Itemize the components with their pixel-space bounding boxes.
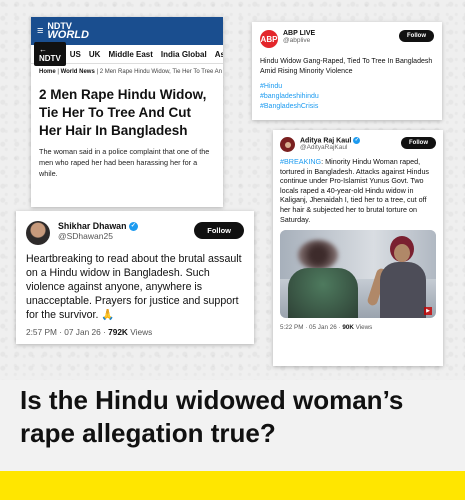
tweet-body: : Minority Hindu Woman raped, tortured i… (280, 157, 430, 224)
tweet-time: 2:57 PM · 07 Jan 26 · (26, 327, 109, 337)
tweet-views-label: Views (353, 324, 373, 332)
abp-tweet-card[interactable]: ABP ABP LIVE @abplive Follow Hindu Widow… (252, 22, 442, 120)
breadcrumb-section[interactable]: World News (61, 69, 95, 75)
author-handle[interactable]: @SDhawan25 (58, 231, 194, 241)
ndtv-article-card[interactable]: ≡ NDTV WORLD ← NDTV US UK Middle East In… (31, 17, 223, 207)
hashtag-hindu[interactable]: #Hindu (260, 82, 434, 92)
follow-button[interactable]: Follow (194, 222, 244, 239)
ndtv-logo-line2: WORLD (47, 29, 89, 41)
avatar[interactable] (26, 221, 50, 245)
tweet-author: ABP LIVE @abplive (283, 30, 399, 44)
tweet-text: Hindu Widow Gang-Raped, Tied To Tree In … (260, 58, 433, 75)
tweet-views: 792K (108, 327, 128, 337)
article-summary: The woman said in a police complaint tha… (39, 147, 210, 178)
author-name[interactable]: Aditya Raj Kaul (300, 137, 351, 144)
breadcrumb: Home | World News | 2 Men Rape Hindu Wid… (39, 69, 223, 75)
tweet-meta: 5:22 PM · 05 Jan 26 · 90K Views (280, 324, 436, 331)
nav-item-us[interactable]: US (70, 50, 81, 59)
ndtv-nav-button-label: NDTV (39, 54, 61, 63)
tweet-author: Shikhar Dhawan ✓ @SDhawan25 (58, 221, 194, 241)
ndtv-nav-bar: ← NDTV US UK Middle East India Global As… (31, 42, 223, 66)
yellow-footer-bar (0, 471, 465, 500)
shikhar-tweet-card[interactable]: Shikhar Dhawan ✓ @SDhawan25 Follow Heart… (16, 211, 254, 344)
tweet-header: ABP ABP LIVE @abplive Follow (260, 30, 434, 48)
ndtv-header: ≡ NDTV WORLD (31, 17, 223, 45)
nav-item-india-global[interactable]: India Global (161, 50, 207, 59)
tweet-photo[interactable]: ▶ (280, 230, 436, 319)
ndtv-logo[interactable]: NDTV WORLD (47, 22, 89, 41)
breadcrumb-home[interactable]: Home (39, 69, 56, 75)
tweet-hashtags: #Hindu #bangladeshihindu #BangladeshCris… (260, 82, 434, 112)
ndtv-nav-button[interactable]: ← NDTV (34, 42, 66, 66)
follow-button[interactable]: Follow (401, 137, 436, 149)
nav-item-uk[interactable]: UK (89, 50, 101, 59)
abp-avatar-text: ABP (260, 34, 278, 44)
verified-badge-icon: ✓ (128, 222, 138, 232)
fact-check-question: Is the Hindu widowed woman’s rape allega… (20, 385, 404, 448)
article-headline: 2 Men Rape Hindu Widow, Tie Her To Tree … (39, 87, 207, 138)
author-name[interactable]: ABP LIVE (283, 30, 399, 37)
tweet-views: 90K (342, 324, 354, 332)
author-name-row: Aditya Raj Kaul ✓ (300, 137, 401, 144)
author-handle[interactable]: @abplive (283, 37, 399, 44)
follow-button[interactable]: Follow (399, 30, 434, 42)
tweet-author: Aditya Raj Kaul ✓ @AdityaRajKaul (300, 137, 401, 151)
menu-icon[interactable]: ≡ (37, 25, 43, 37)
verified-badge-icon: ✓ (353, 137, 361, 144)
tweet-meta: 2:57 PM · 07 Jan 26 · 792K Views (26, 327, 244, 337)
tweet-time: 5:22 PM · 05 Jan 26 · (280, 324, 343, 332)
tweet-text: #BREAKING: Minority Hindu Woman raped, t… (280, 157, 436, 224)
nav-item-asia[interactable]: Asia (215, 50, 223, 59)
avatar[interactable] (280, 137, 295, 152)
tweet-header: Aditya Raj Kaul ✓ @AdityaRajKaul Follow (280, 137, 436, 152)
hashtag-bangladeshihindu[interactable]: #bangladeshihindu (260, 92, 434, 102)
avatar[interactable]: ABP (260, 30, 278, 48)
author-name[interactable]: Shikhar Dhawan (58, 221, 126, 231)
channel-logo-icon: ▶ (424, 307, 432, 316)
tweet-text: Heartbreaking to read about the brutal a… (26, 253, 242, 321)
hashtag-bangladeshcrisis[interactable]: #BangladeshCrisis (260, 102, 434, 112)
tweet-header: Shikhar Dhawan ✓ @SDhawan25 Follow (26, 221, 244, 245)
author-name-row: Shikhar Dhawan ✓ (58, 221, 194, 232)
tweet-views-label: Views (127, 327, 153, 337)
aditya-tweet-card[interactable]: Aditya Raj Kaul ✓ @AdityaRajKaul Follow … (273, 130, 443, 366)
hashtag-breaking[interactable]: #BREAKING (280, 157, 321, 166)
breadcrumb-title: 2 Men Rape Hindu Widow, Tie Her To Tree … (99, 69, 223, 75)
nav-item-middle-east[interactable]: Middle East (108, 50, 152, 59)
author-handle[interactable]: @AdityaRajKaul (300, 144, 401, 151)
